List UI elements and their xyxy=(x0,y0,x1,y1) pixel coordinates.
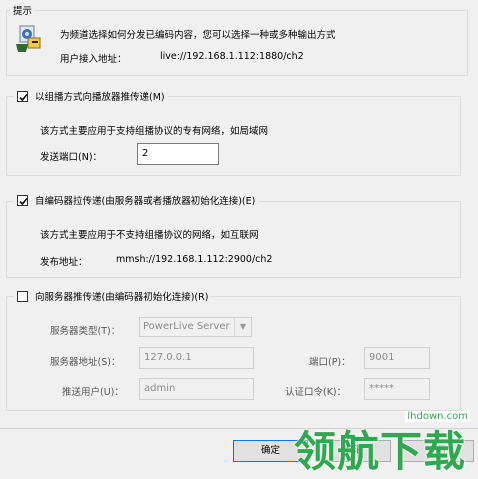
pull-checkbox[interactable] xyxy=(17,195,28,206)
publish-address-label: 发布地址： xyxy=(40,257,88,268)
tip-group xyxy=(6,10,468,76)
server-port-label: 端口(P)： xyxy=(309,357,351,368)
pull-group-header: 自编码器拉传递(由服务器或者播放器初始化连接)(E) xyxy=(14,193,259,207)
push-label[interactable]: 向服务器推传递(由编码器初始化连接)(R) xyxy=(35,292,208,303)
chevron-down-icon[interactable]: ▼ xyxy=(234,318,251,336)
multicast-port-input[interactable]: 2 xyxy=(137,143,219,165)
auth-password-input[interactable]: ***** xyxy=(364,378,430,400)
publish-address-value: mmsh://192.168.1.112:2900/ch2 xyxy=(116,254,273,265)
auth-password-label: 认证口令(K)： xyxy=(285,387,347,398)
server-address-label: 服务器地址(S)： xyxy=(50,357,121,368)
push-user-input[interactable]: admin xyxy=(139,378,254,400)
multicast-port-label: 发送端口(N)： xyxy=(40,152,103,163)
user-address-label: 用户接入地址： xyxy=(60,54,127,65)
server-port-input[interactable]: 9001 xyxy=(364,347,430,369)
multicast-description: 该方式主要应用于支持组播协议的专有网络，如局域网 xyxy=(40,126,269,137)
channel-icon xyxy=(14,24,44,54)
pull-description: 该方式主要应用于不支持组播协议的网络，如互联网 xyxy=(40,230,259,241)
push-checkbox[interactable] xyxy=(17,291,28,302)
watermark-brand: 领航下载 xyxy=(294,427,467,476)
server-type-select[interactable]: PowerLive Server ▼ xyxy=(139,317,252,337)
tip-group-title: 提示 xyxy=(10,3,36,17)
multicast-group-header: 以组播方式向播放器推传递(M) xyxy=(14,89,168,103)
pull-label[interactable]: 自编码器拉传递(由服务器或者播放器初始化连接)(E) xyxy=(35,196,255,207)
watermark-logo: lhdown.com 领航下载 xyxy=(290,410,478,476)
server-address-input[interactable]: 127.0.0.1 xyxy=(139,347,254,369)
multicast-checkbox[interactable] xyxy=(17,91,28,102)
push-user-label: 推送用户(U)： xyxy=(62,387,124,398)
server-type-label: 服务器类型(T)： xyxy=(50,326,121,337)
multicast-label[interactable]: 以组播方式向播放器推传递(M) xyxy=(35,92,165,103)
tip-message: 为频道选择如何分发已编码内容，您可以选择一种或多种输出方式 xyxy=(60,30,336,41)
push-group-header: 向服务器推传递(由编码器初始化连接)(R) xyxy=(14,289,212,303)
server-type-value: PowerLive Server xyxy=(143,321,230,332)
user-address-value: live://192.168.1.112:1880/ch2 xyxy=(160,51,304,62)
